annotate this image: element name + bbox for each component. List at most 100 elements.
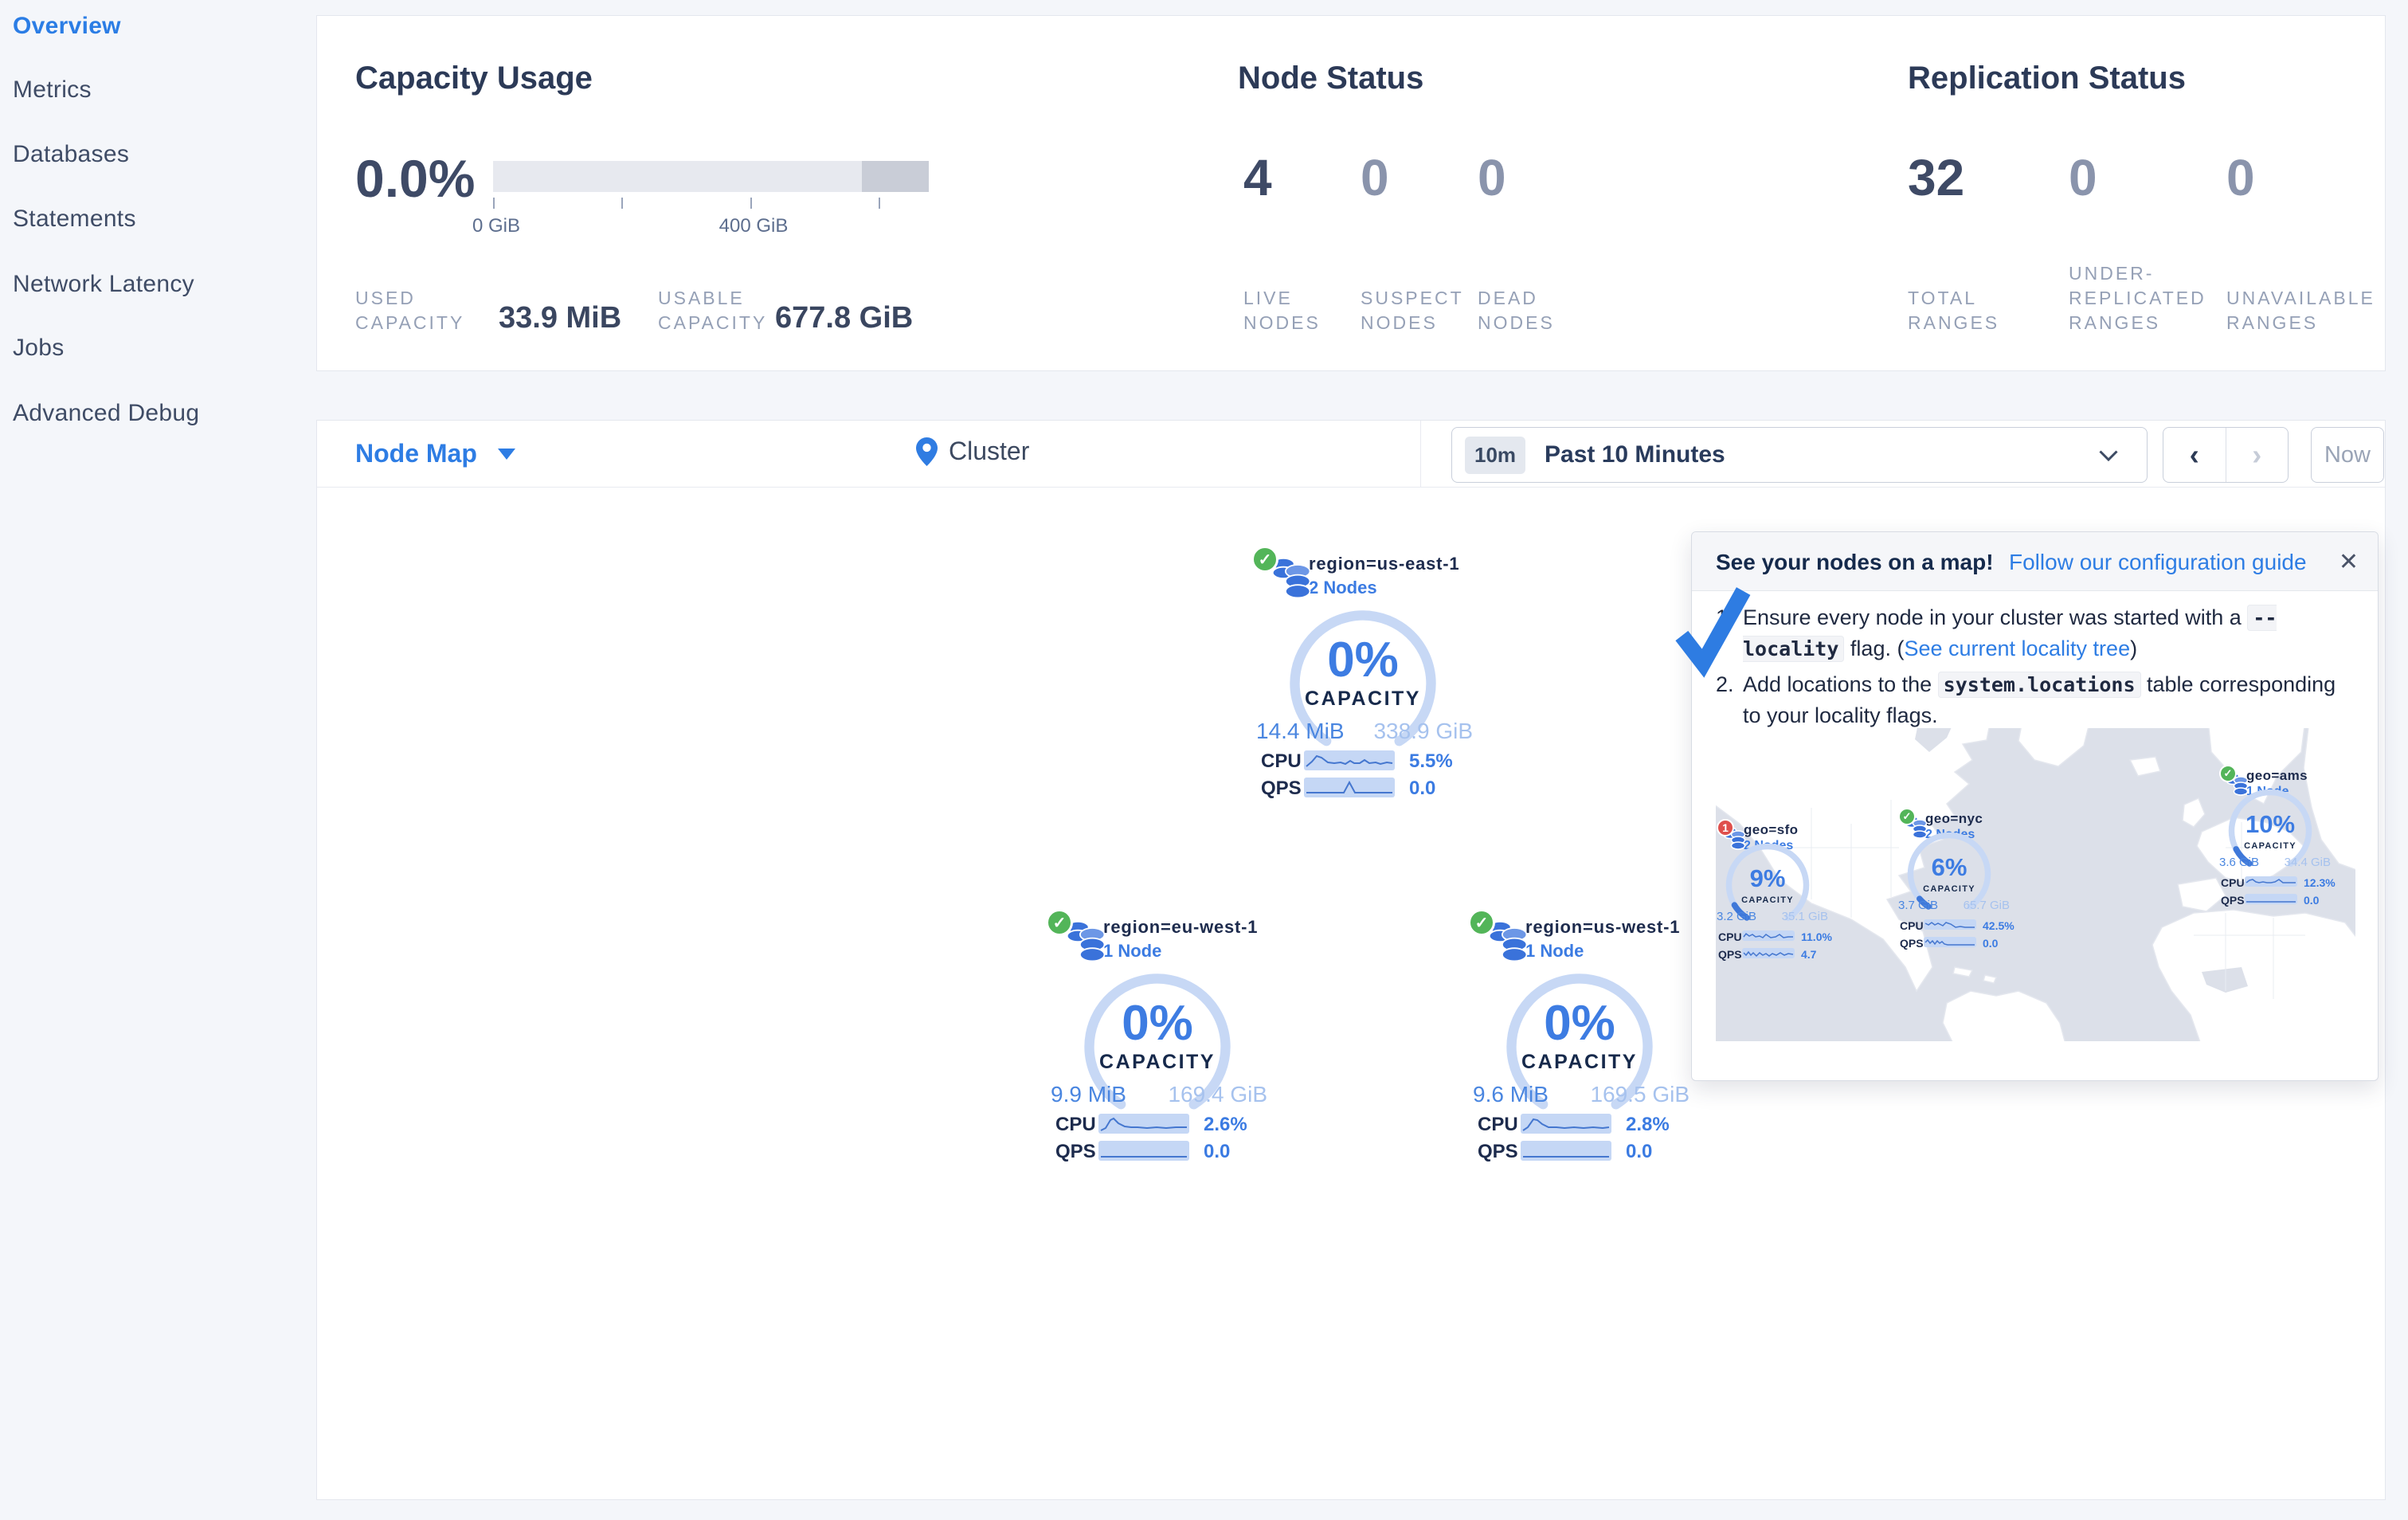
suspect-nodes-value: 0 [1361,149,1389,206]
qps-label: QPS [1900,937,1924,950]
map-node-group-ams[interactable]: geo=ams 1 Node 10% CAPACITY 3.6 GiB 34.4… [2219,765,2336,908]
setup-step-1: 1. Ensure every node in your cluster was … [1716,602,2358,664]
axis-tick [879,198,880,209]
gauge-capacity-label: CAPACITY [1923,884,1975,894]
sidebar-item-overview[interactable]: Overview [13,13,121,40]
unavailable-label: UNAVAILABLE RANGES [2226,288,2375,333]
axis-tick [621,198,623,209]
gauge-capacity-label: CAPACITY [1099,1051,1216,1073]
cpu-value: 2.6% [1204,1114,1247,1135]
node-group-us-west-1[interactable]: region=us-west-1 1 Node 0% CAPACITY 9.6 … [1468,909,1691,1172]
sidebar: Overview Metrics Databases Statements Ne… [0,0,315,1520]
capacity-bar-segment [861,161,929,192]
sidebar-item-jobs[interactable]: Jobs [13,335,65,362]
setup-step-2: 2. Add locations to the system.locations … [1716,669,2358,731]
cpu-sparkline [1742,930,1795,941]
qps-value: 0.0 [1983,937,1999,950]
qps-label: QPS [1055,1141,1096,1162]
sidebar-item-metrics[interactable]: Metrics [13,76,92,104]
time-range-label: Past 10 Minutes [1545,441,1725,468]
map-node-group-sfo[interactable]: 1 geo=sfo 2 Nodes 9% CAPACITY 3.2 GiB 35… [1717,819,1832,962]
cpu-label: CPU [1055,1114,1096,1135]
sidebar-item-statements[interactable]: Statements [13,206,136,233]
gauge-capacity-label: CAPACITY [1305,688,1421,710]
time-back-button[interactable]: ‹ [2163,428,2226,482]
cpu-sparkline [1924,919,1976,930]
step-text: Ensure every node in your cluster was st… [1743,605,2248,629]
sidebar-item-databases[interactable]: Databases [13,141,129,168]
nodes-on-map-popup: See your nodes on a map! Follow our conf… [1675,531,2379,1081]
node-group-eu-west-1[interactable]: region=eu-west-1 1 Node 0% CAPACITY 9.9 … [1046,909,1269,1172]
dropdown-caret-icon [497,449,515,460]
node-count-link[interactable]: 2 Nodes [1309,578,1377,598]
dead-nodes-value: 0 [1478,149,1506,206]
node-group-title: region=us-east-1 [1309,554,1460,574]
node-status-title: Node Status [1238,61,1424,96]
qps-sparkline [1304,778,1395,797]
total-value: 35.1 GiB [1781,910,1828,923]
cpu-label: CPU [1261,750,1302,772]
node-group-title: region=eu-west-1 [1103,917,1259,937]
unavailable-value: 0 [2226,149,2255,206]
sidebar-item-advanced-debug[interactable]: Advanced Debug [13,400,199,427]
qps-value: 0.0 [1626,1141,1653,1162]
big-blue-check-icon [1675,587,1751,678]
replication-status-title: Replication Status [1908,61,2186,96]
total-value: 338.9 GiB [1373,719,1473,743]
popup-title: See your nodes on a map! [1716,550,1994,574]
view-mode-dropdown[interactable]: Node Map [355,439,515,468]
db-console-overview-page: Overview Metrics Databases Statements Ne… [0,0,2408,1520]
configuration-guide-link[interactable]: Follow our configuration guide [2009,550,2307,575]
cpu-label: CPU [1478,1114,1518,1135]
locality-tree-link[interactable]: See current locality tree [1904,637,2130,660]
location-pin-icon [916,437,938,466]
cpu-label: CPU [2221,876,2245,889]
status-healthy-icon [2219,765,2237,782]
gauge-percent: 0% [1327,633,1399,688]
qps-value: 4.7 [1801,948,1817,961]
time-range-selector[interactable]: 10m Past 10 Minutes [1451,427,2148,483]
qps-sparkline [1098,1141,1189,1161]
setup-steps: 1. Ensure every node in your cluster was … [1716,602,2358,735]
breadcrumb[interactable]: Cluster [916,437,1029,466]
gauge-percent: 9% [1749,864,1786,892]
view-mode-label: Node Map [355,439,477,468]
used-value: 3.7 GiB [1898,899,1939,912]
node-count-link[interactable]: 1 Node [1525,941,1584,962]
system-locations-code: system.locations [1937,672,2141,698]
node-count-link[interactable]: 1 Node [1103,941,1161,962]
under-replicated-label: UNDER-REPLICATED RANGES [2069,263,2206,333]
close-icon[interactable]: ✕ [2339,548,2359,576]
status-healthy-icon [1251,546,1278,573]
live-nodes-value: 4 [1243,149,1272,206]
cpu-value: 42.5% [1983,919,2014,932]
qps-sparkline [1924,937,1976,947]
time-range-badge: 10m [1465,437,1526,474]
cluster-summary-card: Capacity Usage 0.0% 0 GiB 400 GiB USED C… [316,15,2386,371]
suspect-nodes-label: SUSPECT NODES [1361,288,1464,333]
qps-sparkline [2245,894,2297,904]
map-node-group-nyc[interactable]: geo=nyc 2 Nodes 6% CAPACITY 3.7 GiB 65.7… [1898,808,2014,951]
used-value: 3.2 GiB [1717,910,1757,923]
sidebar-item-network-latency[interactable]: Network Latency [13,271,194,298]
cpu-sparkline [1521,1114,1611,1134]
gauge-capacity-label: CAPACITY [1521,1051,1638,1073]
node-group-title: geo=sfo [1744,822,1799,837]
axis-tick [750,198,752,209]
qps-value: 0.0 [2304,894,2320,907]
qps-label: QPS [1718,948,1742,961]
axis-tick [493,198,495,209]
axis-tick-label: 0 GiB [472,215,521,237]
total-ranges-value: 32 [1908,149,1965,206]
capacity-bar [493,161,929,192]
gauge-capacity-label: CAPACITY [1741,895,1794,905]
node-group-us-east-1[interactable]: region=us-east-1 2 Nodes 0% CAPACITY 14.… [1251,546,1474,809]
breadcrumb-cluster-label: Cluster [949,437,1030,465]
cpu-sparkline [1098,1114,1189,1134]
now-button[interactable]: Now [2311,427,2384,483]
capacity-percent: 0.0% [355,149,476,208]
cpu-value: 2.8% [1626,1114,1670,1135]
qps-label: QPS [2221,894,2245,907]
used-value: 9.9 MiB [1051,1082,1126,1107]
gauge-percent: 0% [1544,996,1615,1051]
